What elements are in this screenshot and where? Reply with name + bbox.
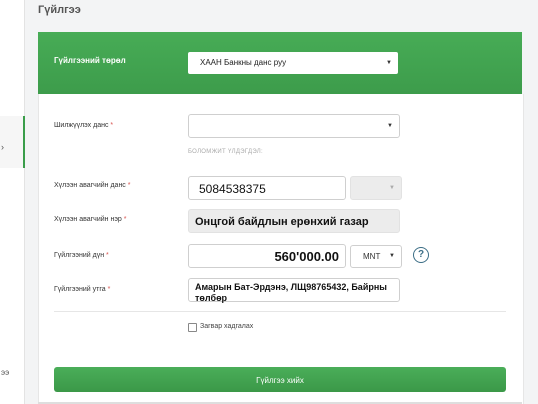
description-label: Гүйлгээний утга * <box>54 286 110 293</box>
to-account-label: Хүлээн авагчийн данс * <box>54 182 131 189</box>
save-template-label[interactable]: Загвар хадгалах <box>200 323 253 330</box>
save-template-checkbox[interactable] <box>188 323 197 332</box>
currency-value: MNT <box>363 252 381 261</box>
transaction-type-value: ХААН Банкны данс руу <box>200 58 287 67</box>
amount-label: Гүйлгээний дүн * <box>54 252 109 259</box>
question-circle-icon[interactable]: ? <box>413 247 429 263</box>
transaction-type-label: Гүйлгээний төрөл <box>54 56 126 65</box>
chevron-down-icon: ▼ <box>389 185 395 191</box>
description-textarea[interactable]: Амарын Бат-Эрдэнэ, ЛЩ98765432, Байрны тө… <box>188 278 400 303</box>
to-name-label-text: Хүлээн авагчийн нэр <box>54 216 122 223</box>
required-marker: * <box>106 252 109 259</box>
from-account-label: Шилжүүлэх данс * <box>54 122 113 129</box>
chevron-down-icon: ▼ <box>386 60 392 66</box>
to-name-label: Хүлээн авагчийн нэр * <box>54 216 126 223</box>
amount-label-text: Гүйлгээний дүн <box>54 252 105 259</box>
required-marker: * <box>107 286 111 293</box>
required-marker: * <box>123 216 127 223</box>
submit-transaction-button[interactable]: Гүйлгээ хийх <box>54 367 506 392</box>
to-account-label-text: Хүлээн авагчийн данс <box>54 182 126 189</box>
transaction-type-header: Гүйлгээний төрөл ХААН Банкны данс руу ▼ <box>38 32 522 94</box>
from-account-label-text: Шилжүүлэх данс <box>54 122 109 129</box>
amount-input[interactable]: 560'000.00 <box>188 244 346 268</box>
to-account-input[interactable]: 5084538375 <box>188 176 346 200</box>
recipient-bank-select[interactable]: ▼ <box>350 176 402 200</box>
transaction-type-select[interactable]: ХААН Банкны данс руу ▼ <box>188 52 398 74</box>
available-balance-label: БОЛОМЖИТ ҮЛДЭГДЭЛ: <box>188 149 263 155</box>
required-marker: * <box>127 182 131 189</box>
to-name-field: Онцгой байдлын ерөнхий газар <box>188 209 400 233</box>
sidebar-active-marker: › <box>1 142 4 152</box>
chevron-down-icon: ▼ <box>387 123 393 129</box>
chevron-down-icon: ▼ <box>389 253 395 259</box>
from-account-select[interactable]: ▼ <box>188 114 400 138</box>
currency-select[interactable]: MNT ▼ <box>350 245 402 268</box>
divider <box>54 311 506 312</box>
sidebar-item-label[interactable]: ээ <box>1 368 9 377</box>
required-marker: * <box>110 122 114 129</box>
description-label-text: Гүйлгээний утга <box>54 286 106 293</box>
sidebar: › ээ <box>0 0 25 404</box>
page-title: Гүйлгээ <box>38 4 81 16</box>
